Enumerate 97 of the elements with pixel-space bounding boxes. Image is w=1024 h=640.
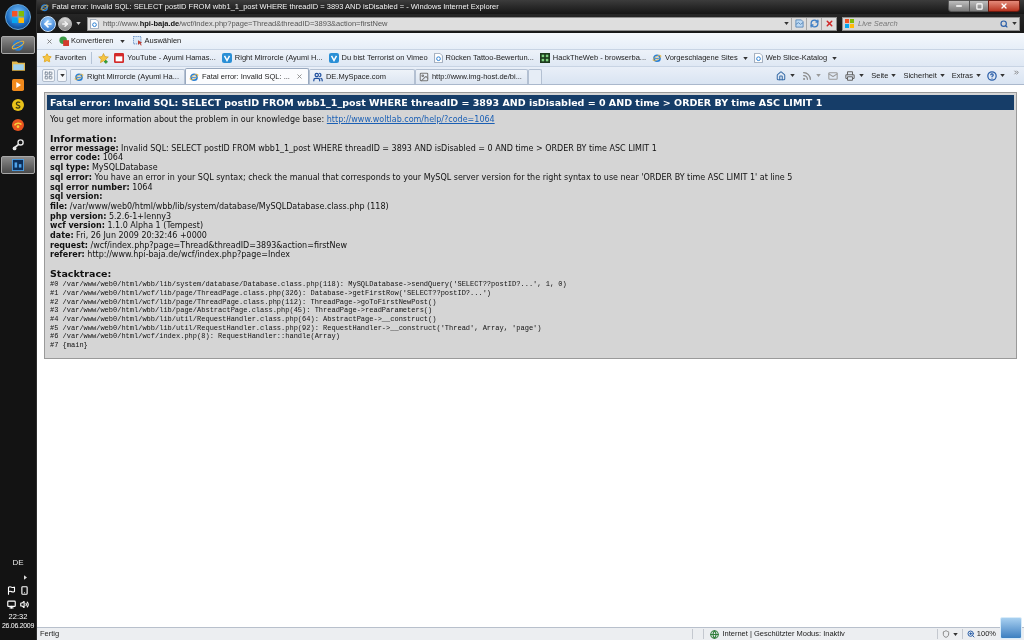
info-line: date: Fri, 26 Jun 2009 20:32:46 +0000 <box>50 231 208 241</box>
caret-icon <box>939 74 945 77</box>
refresh-icon <box>809 19 819 28</box>
help-sentence: You get more information about the problem in our knowledge base: http://www.woltlab.com/help/?code=1064 <box>50 115 496 125</box>
back-arrow-icon <box>43 18 53 29</box>
arc-circle-icon <box>12 119 24 131</box>
grid-icon <box>44 71 53 80</box>
square-tile-icon <box>12 159 24 171</box>
browser-logo-icon <box>40 2 49 12</box>
page-icon <box>90 18 99 29</box>
monitor-icon[interactable] <box>7 600 16 609</box>
caret-icon <box>952 632 958 636</box>
language-indicator[interactable]: DE <box>12 559 24 567</box>
info-line: sql version: <box>50 192 104 202</box>
info-line: error code: 1064 <box>50 153 125 163</box>
back-button[interactable] <box>40 15 56 32</box>
browser-logo-icon <box>74 72 84 82</box>
folder-icon <box>11 59 25 71</box>
help-icon <box>987 70 997 81</box>
caret-icon <box>891 74 897 77</box>
browser-logo-icon <box>652 53 663 63</box>
protection-button[interactable] <box>941 630 958 638</box>
windows-flag-icon <box>12 11 24 23</box>
globe-icon <box>710 629 720 639</box>
browser-logo-icon <box>11 38 25 52</box>
close-icon <box>45 37 53 45</box>
expand-arrow-icon[interactable] <box>23 575 27 580</box>
start-button[interactable] <box>5 4 31 30</box>
star-icon <box>42 53 52 63</box>
mail-icon <box>828 70 839 81</box>
caret-icon <box>75 22 81 25</box>
info-line: error message: Invalid SQL: SELECT postID FROM wbb1_1_post WHERE threadID = 3893 AND isDisabled = 0 AND time > ORDER BY time ASC LIMIT 1 <box>50 143 658 154</box>
maximize-icon <box>975 2 983 10</box>
volume-icon[interactable] <box>20 600 29 609</box>
add-favorite-button[interactable] <box>97 52 110 64</box>
information-title: Information: <box>50 132 118 144</box>
chevron-tile-icon <box>221 53 232 63</box>
print-icon <box>845 70 856 81</box>
caret-icon <box>816 74 822 77</box>
shield-icon <box>941 630 950 638</box>
shapes-icon <box>59 36 69 46</box>
caret-icon <box>976 74 981 77</box>
help-link[interactable]: http://www.woltlab.com/help/?code=1064 <box>326 115 495 124</box>
tiles-icon <box>845 19 854 28</box>
screen-icon <box>114 53 125 63</box>
flag-icon[interactable] <box>7 586 16 595</box>
close-button[interactable] <box>988 0 1020 12</box>
info-line: request: /wcf/index.php?page=Thread&threadID=3893&action=firstNew <box>50 240 348 251</box>
forward-button[interactable] <box>58 16 72 31</box>
help-button[interactable] <box>987 70 1005 81</box>
stop-icon <box>824 19 834 28</box>
home-icon <box>776 70 787 81</box>
feed-icon <box>802 70 813 81</box>
minimize-icon <box>955 2 963 10</box>
key-icon <box>12 139 24 151</box>
caret-icon <box>783 22 789 25</box>
caret-icon <box>59 74 65 77</box>
people-icon <box>312 72 323 82</box>
add-favorite-icon <box>97 52 109 64</box>
info-line: sql error: You have an error in your SQL syntax; check the manual that corresponds to your MySQL server version for the right syntax to use near 'ORDER BY time ASC LIMIT 1' at line 5 <box>50 172 794 183</box>
play-icon <box>12 79 24 91</box>
caret-icon <box>1000 74 1005 77</box>
info-line: wcf version: 1.1.0 Alpha 1 (Tempest) <box>50 221 205 231</box>
info-line: php version: 5.2.6-1+lenny3 <box>50 211 172 222</box>
zoom-icon <box>966 630 975 638</box>
caret-icon <box>1012 22 1017 25</box>
info-line: referer: http://www.hpi-baja.de/wcf/index.php?page=Index <box>50 250 290 261</box>
phone-icon[interactable] <box>20 586 29 595</box>
error-heading: Fatal error: Invalid SQL: SELECT postID FROM wbb1_1_post WHERE threadID = 3893 AND isDisabled = 0 AND time > ORDER BY time ASC LIMIT 1 <box>47 95 1014 110</box>
chevron-tile-icon <box>328 53 339 63</box>
browser-logo-icon <box>188 71 199 82</box>
refresh-button[interactable] <box>806 17 821 30</box>
stacktrace-title: Stacktrace: <box>50 268 113 280</box>
caret-icon <box>859 74 865 77</box>
info-line: sql type: MySQLDatabase <box>50 163 159 173</box>
print-button[interactable] <box>845 70 865 81</box>
minimize-button[interactable] <box>948 0 970 12</box>
info-line: file: /var/www/web0/html/wbb/lib/system/database/MySQLDatabase.class.php (118) <box>50 201 390 212</box>
maximize-button[interactable] <box>970 0 988 12</box>
close-icon <box>1000 2 1008 10</box>
caret-icon <box>790 74 796 77</box>
info-line: sql error number: 1064 <box>50 182 154 193</box>
close-tab-icon[interactable] <box>295 73 303 80</box>
close-toolbar-button[interactable] <box>45 36 53 46</box>
show-desktop-button[interactable] <box>1000 617 1022 639</box>
search-icon[interactable] <box>1000 19 1008 28</box>
page-icon <box>433 53 443 63</box>
selection-icon <box>132 36 143 46</box>
forward-arrow-icon <box>61 19 69 28</box>
home-button[interactable] <box>776 70 796 81</box>
feeds-button[interactable] <box>802 70 822 81</box>
grid-tile-icon <box>539 53 550 63</box>
tab-list-button[interactable] <box>57 69 67 82</box>
wave-page-icon <box>794 19 804 28</box>
image-icon <box>418 72 429 82</box>
page-icon <box>753 53 763 63</box>
swirl-circle-icon <box>12 99 24 111</box>
